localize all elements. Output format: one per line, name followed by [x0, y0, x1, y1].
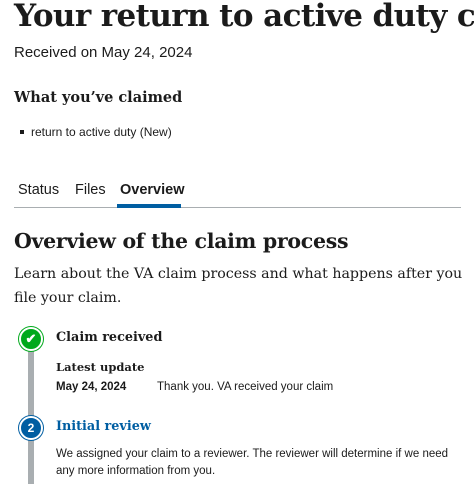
tab-status[interactable]: Status	[18, 180, 59, 207]
overview-heading: Overview of the claim process	[14, 229, 349, 253]
claimed-list: return to active duty (New)	[14, 124, 172, 140]
overview-intro: Learn about the VA claim process and wha…	[14, 266, 463, 306]
step-claim-received-title: Claim received	[56, 330, 163, 345]
check-icon: ✔	[19, 327, 43, 351]
latest-update-label: Latest update	[56, 360, 145, 374]
tab-files[interactable]: Files	[75, 180, 106, 207]
list-item: return to active duty (New)	[14, 124, 172, 140]
claimed-item-label: return to active duty (New)	[31, 125, 172, 139]
step-initial-review-title[interactable]: Initial review	[56, 419, 151, 434]
step-number-icon: 2	[19, 416, 43, 440]
page-title: Your return to active duty claim	[14, 0, 474, 34]
tab-overview[interactable]: Overview	[117, 180, 185, 208]
claimed-heading: What you’ve claimed	[14, 89, 183, 106]
claim-page: Your return to active duty claim Receive…	[0, 0, 474, 484]
bullet-icon	[20, 130, 24, 134]
update-text: Thank you. VA received your claim	[157, 381, 334, 393]
claim-tabs: Status Files Overview	[14, 180, 461, 208]
received-date-text: Received on May 24, 2024	[14, 44, 193, 61]
timeline-rail	[28, 345, 34, 484]
update-date: May 24, 2024	[56, 381, 127, 393]
step-initial-review-description: We assigned your claim to a reviewer. Th…	[56, 448, 449, 477]
